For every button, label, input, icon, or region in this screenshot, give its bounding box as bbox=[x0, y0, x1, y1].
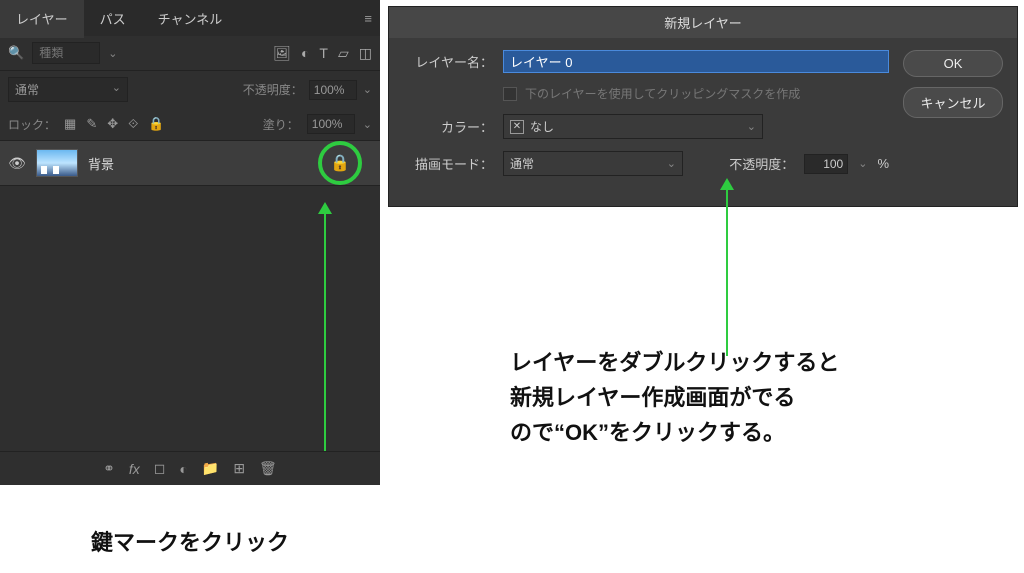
layer-thumbnail[interactable] bbox=[36, 149, 78, 177]
clipping-mask-checkbox bbox=[503, 87, 517, 101]
layers-panel: レイヤー パス チャンネル ≡ 🔍 ⌄ 🖼 ◐ T ▱ ◫ 通常 ⌄ 不透明度：… bbox=[0, 0, 380, 485]
dialog-opacity-label: 不透明度： bbox=[729, 154, 794, 173]
search-icon: 🔍 bbox=[8, 45, 24, 61]
fx-icon[interactable]: fx bbox=[129, 461, 140, 477]
opacity-label: 不透明度： bbox=[243, 81, 303, 98]
annotation-caption-left: 鍵マークをクリック bbox=[0, 485, 380, 557]
lock-artboard-icon[interactable]: ⟐ bbox=[128, 116, 138, 132]
tab-paths[interactable]: パス bbox=[84, 0, 142, 38]
color-label: カラー： bbox=[403, 117, 493, 136]
panel-tabs: レイヤー パス チャンネル ≡ bbox=[0, 0, 380, 36]
fill-input[interactable]: 100% bbox=[307, 114, 355, 134]
layer-name-label: 背景 bbox=[88, 154, 114, 173]
fill-label: 塗り： bbox=[263, 116, 299, 133]
tab-layers[interactable]: レイヤー bbox=[0, 0, 84, 38]
ok-button[interactable]: OK bbox=[903, 50, 1003, 77]
group-icon[interactable]: 📁 bbox=[202, 460, 219, 477]
tab-channels[interactable]: チャンネル bbox=[142, 0, 239, 38]
layer-name-input[interactable] bbox=[503, 50, 889, 73]
filter-image-icon[interactable]: 🖼 bbox=[273, 45, 291, 62]
color-select[interactable]: ✕ なし ⌄ bbox=[503, 114, 763, 139]
lock-all-icon[interactable]: 🔒 bbox=[148, 116, 164, 132]
filter-type-icon[interactable]: T bbox=[319, 45, 328, 62]
layer-row-background[interactable]: 👁 背景 🔒 bbox=[0, 140, 380, 186]
dialog-title: 新規レイヤー bbox=[389, 7, 1017, 38]
lock-icon[interactable]: 🔒 bbox=[330, 153, 350, 173]
lock-brush-icon[interactable]: ✎ bbox=[86, 116, 97, 132]
lock-highlight-circle: 🔒 bbox=[318, 141, 362, 185]
blend-mode-select[interactable]: 通常 ⌄ bbox=[8, 77, 128, 102]
filter-shape-icon[interactable]: ▱ bbox=[338, 45, 349, 62]
adjustment-icon[interactable]: ◐ bbox=[179, 461, 187, 477]
layers-footer-toolbar: ⚭ fx ◻ ◐ 📁 ⊞ 🗑 bbox=[0, 451, 380, 485]
filter-smart-icon[interactable]: ◫ bbox=[359, 45, 372, 62]
layer-name-label: レイヤー名： bbox=[403, 52, 493, 71]
annotation-arrow bbox=[324, 210, 326, 472]
filter-type-select[interactable] bbox=[32, 42, 100, 64]
dialog-opacity-input[interactable] bbox=[804, 154, 848, 174]
chevron-down-icon[interactable]: ⌄ bbox=[363, 83, 372, 96]
percent-label: % bbox=[877, 156, 889, 171]
mode-label: 描画モード： bbox=[403, 154, 493, 173]
panel-menu-icon[interactable]: ≡ bbox=[364, 11, 372, 26]
clipping-mask-label: 下のレイヤーを使用してクリッピングマスクを作成 bbox=[525, 85, 800, 102]
link-icon[interactable]: ⚭ bbox=[103, 460, 115, 477]
annotation-caption-right: レイヤーをダブルクリックすると 新規レイヤー作成画面がでる ので“OK”をクリッ… bbox=[510, 345, 839, 451]
trash-icon[interactable]: 🗑 bbox=[259, 460, 277, 477]
annotation-arrow bbox=[726, 186, 728, 356]
mask-icon[interactable]: ◻ bbox=[154, 460, 166, 477]
chevron-down-icon[interactable]: ⌄ bbox=[108, 47, 117, 60]
none-swatch-icon: ✕ bbox=[510, 120, 524, 134]
new-layer-icon[interactable]: ⊞ bbox=[233, 460, 245, 477]
new-layer-dialog: 新規レイヤー レイヤー名： 下のレイヤーを使用してクリッピングマスクを作成 カラ… bbox=[388, 6, 1018, 207]
lock-pixels-icon[interactable]: ▦ bbox=[64, 116, 76, 132]
chevron-down-icon[interactable]: ⌄ bbox=[858, 157, 867, 170]
opacity-input[interactable]: 100% bbox=[309, 80, 357, 100]
filter-adjust-icon[interactable]: ◐ bbox=[301, 45, 309, 62]
lock-move-icon[interactable]: ✥ bbox=[107, 116, 118, 132]
mode-select[interactable]: 通常 ⌄ bbox=[503, 151, 683, 176]
cancel-button[interactable]: キャンセル bbox=[903, 87, 1003, 118]
visibility-toggle-icon[interactable]: 👁 bbox=[8, 155, 26, 172]
lock-label: ロック： bbox=[8, 116, 56, 133]
chevron-down-icon[interactable]: ⌄ bbox=[363, 118, 372, 131]
